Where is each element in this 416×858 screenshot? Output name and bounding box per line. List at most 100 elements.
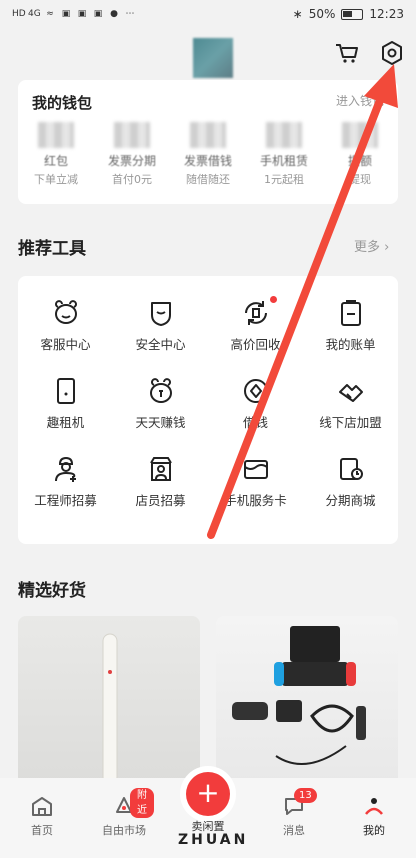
tool-phone-rental[interactable]: 趣租机: [18, 376, 113, 432]
blurred-value: [190, 122, 226, 148]
bear-face-icon: [54, 300, 77, 324]
nav-label: 消息: [283, 824, 305, 837]
profile-header: [0, 28, 416, 78]
messages-badge: 13: [294, 788, 317, 803]
piggy-icon: [149, 378, 172, 403]
wallet-item-sub: 1元起租: [264, 173, 304, 186]
wallet-item-redpacket[interactable]: 红包 下单立减: [18, 122, 94, 194]
gear-icon[interactable]: [378, 39, 406, 67]
clerk-icon: [149, 457, 172, 481]
tool-label: 安全中心: [135, 337, 186, 352]
chat-icon: ●: [110, 8, 118, 19]
tool-label: 客服中心: [40, 337, 91, 352]
nav-market[interactable]: 附近 自由市场: [94, 788, 154, 838]
chevron-right-icon: ›: [384, 240, 390, 255]
tool-recycle[interactable]: 高价回收: [208, 296, 303, 354]
tools-grid: 客服中心 安全中心 高价回收 我的账单 趣租机 天天赚钱 借钱 线下店加盟 工程…: [18, 296, 398, 510]
recycle-icon: [244, 301, 267, 325]
tool-installment-mall[interactable]: 分期商城: [303, 454, 398, 510]
tool-loan[interactable]: 借钱: [208, 376, 303, 432]
nearby-badge: 附近: [130, 788, 154, 818]
wallet-item-invoice-installment[interactable]: 发票分期 首付0元: [94, 122, 170, 194]
tool-customer-service[interactable]: 客服中心: [18, 298, 113, 354]
person-icon: [365, 798, 383, 815]
handshake-icon: [338, 384, 363, 402]
sell-button[interactable]: +: [186, 772, 230, 816]
goods-section-title: 精选好货: [18, 581, 86, 601]
tool-my-bill[interactable]: 我的账单: [303, 298, 398, 354]
goods-card[interactable]: [216, 616, 398, 786]
cart-icon[interactable]: [334, 40, 360, 66]
tool-label: 高价回收: [230, 337, 281, 352]
nav-messages[interactable]: 13 消息: [264, 788, 324, 838]
blurred-value: [342, 122, 378, 148]
wallet-item-sub: 提现: [349, 173, 371, 186]
wallet-item-label: 提额: [347, 154, 372, 168]
blurred-value: [266, 122, 302, 148]
tool-label: 工程师招募: [34, 493, 97, 508]
blurred-value: [114, 122, 150, 148]
wallet-title: 我的钱包: [32, 94, 93, 112]
more-tools-link[interactable]: 更多 ›: [354, 236, 389, 255]
tool-clerk-recruit[interactable]: 店员招募: [113, 454, 208, 510]
wallet-item-sub: 下单立减: [34, 173, 78, 186]
app-icon: ▣: [61, 8, 71, 19]
tool-label: 手机服务卡: [224, 493, 287, 508]
enter-wallet-link[interactable]: 进入钱包: [336, 92, 384, 109]
game-console-image: [232, 626, 366, 765]
tool-label: 天天赚钱: [135, 415, 186, 430]
clock: 12:23: [369, 7, 404, 21]
shield-icon: [150, 302, 171, 326]
wifi-icon: ≈: [46, 8, 54, 19]
app-icon: ▣: [77, 8, 87, 19]
wallet-item-phone-rental[interactable]: 手机租赁 1元起租: [246, 122, 322, 194]
wallet-item-withdraw[interactable]: 提额 提现: [322, 122, 398, 194]
tool-offline-franchise[interactable]: 线下店加盟: [303, 376, 398, 432]
tool-label: 线下店加盟: [319, 415, 382, 430]
status-icons: HD 4G ≈ ▣ ▣ ▣ ● ⋯: [12, 9, 136, 20]
wallet-card: 我的钱包 进入钱包 红包 下单立减 发票分期 首付0元 发票借钱 随借随还 手机…: [18, 80, 398, 204]
tool-label: 借钱: [242, 415, 268, 430]
status-bar: HD 4G ≈ ▣ ▣ ▣ ● ⋯ ∗ 50% 12:23: [0, 0, 416, 28]
nav-mine[interactable]: 我的: [344, 794, 404, 838]
signal-icon: 4G: [28, 8, 41, 19]
hd-icon: HD: [12, 8, 26, 19]
wallet-items: 红包 下单立减 发票分期 首付0元 发票借钱 随借随还 手机租赁 1元起租 提额…: [18, 122, 398, 194]
tool-earn-daily[interactable]: 天天赚钱: [113, 376, 208, 432]
phone-icon: [56, 378, 75, 404]
blurred-value: [38, 122, 74, 148]
bluetooth-icon: ∗: [292, 7, 303, 21]
nav-home[interactable]: 首页: [12, 794, 72, 838]
more-icon: ⋯: [125, 8, 135, 19]
tool-label: 我的账单: [325, 337, 376, 352]
nav-label: 自由市场: [102, 824, 146, 837]
nav-label: 首页: [31, 824, 53, 837]
installment-icon: [339, 458, 363, 480]
tool-engineer-recruit[interactable]: 工程师招募: [18, 454, 113, 510]
bill-icon: [340, 300, 361, 326]
stylus-image: [102, 633, 118, 785]
money-circle-icon: [243, 379, 268, 403]
battery-icon: [341, 8, 364, 20]
notification-dot: [270, 296, 277, 303]
tools-section-title: 推荐工具: [18, 239, 86, 259]
more-label: 更多: [354, 240, 381, 255]
tool-label: 分期商城: [325, 493, 376, 508]
nav-label: 我的: [363, 824, 385, 837]
tools-card: 客服中心 安全中心 高价回收 我的账单 趣租机 天天赚钱 借钱 线下店加盟 工程…: [18, 276, 398, 544]
home-icon: [32, 797, 52, 816]
engineer-icon: [54, 456, 76, 482]
tool-phone-service-card[interactable]: 手机服务卡: [208, 454, 303, 510]
card-icon: [243, 460, 268, 479]
tool-security-center[interactable]: 安全中心: [113, 298, 208, 354]
wallet-item-sub: 首付0元: [112, 173, 152, 186]
avatar[interactable]: [193, 38, 233, 78]
wallet-item-label: 发票分期: [107, 154, 156, 168]
wallet-item-sub: 随借随还: [186, 173, 230, 186]
plus-icon: +: [196, 776, 220, 809]
wallet-item-invoice-loan[interactable]: 发票借钱 随借随还: [170, 122, 246, 194]
tool-label: 趣租机: [46, 415, 85, 430]
wallet-item-label: 红包: [43, 154, 68, 168]
goods-card[interactable]: [18, 616, 200, 786]
wallet-item-label: 手机租赁: [259, 154, 308, 168]
